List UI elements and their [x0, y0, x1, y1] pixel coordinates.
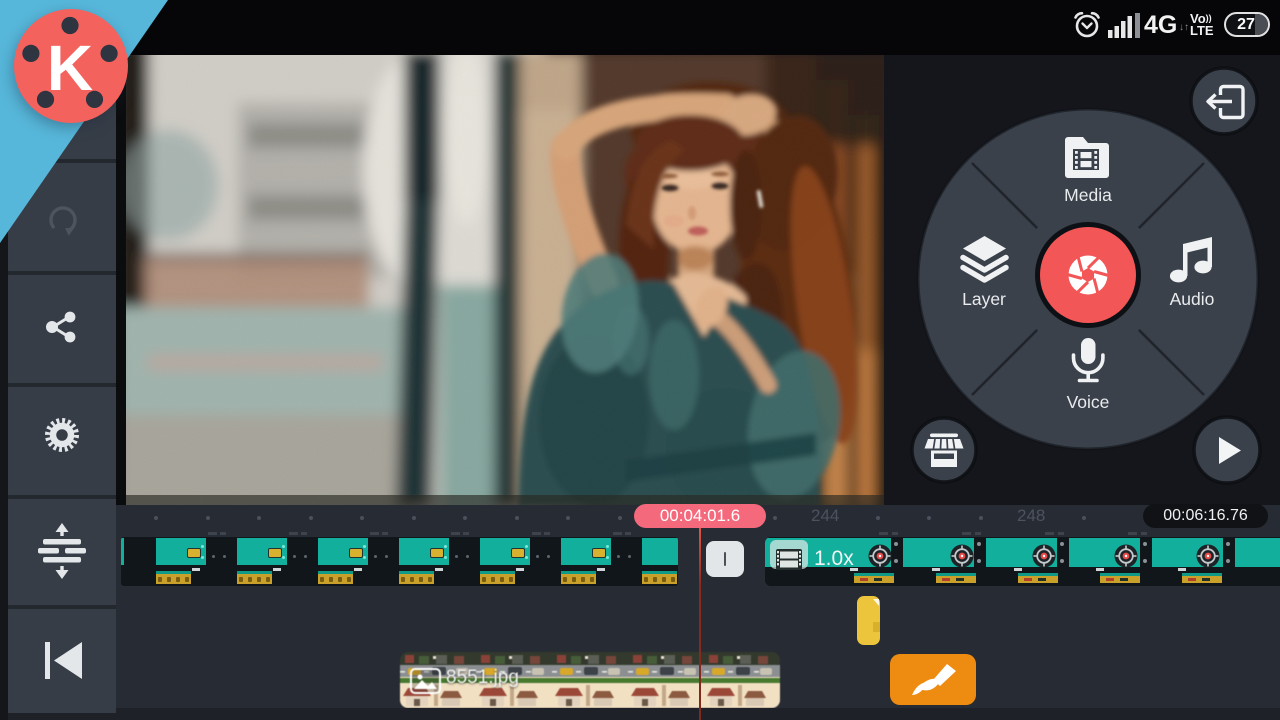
svg-text:K: K	[47, 32, 93, 104]
svg-text:Voice: Voice	[1067, 392, 1110, 412]
svg-text:Audio: Audio	[1170, 289, 1215, 309]
svg-text:Media: Media	[1064, 185, 1112, 205]
svg-text:Layer: Layer	[962, 289, 1006, 309]
